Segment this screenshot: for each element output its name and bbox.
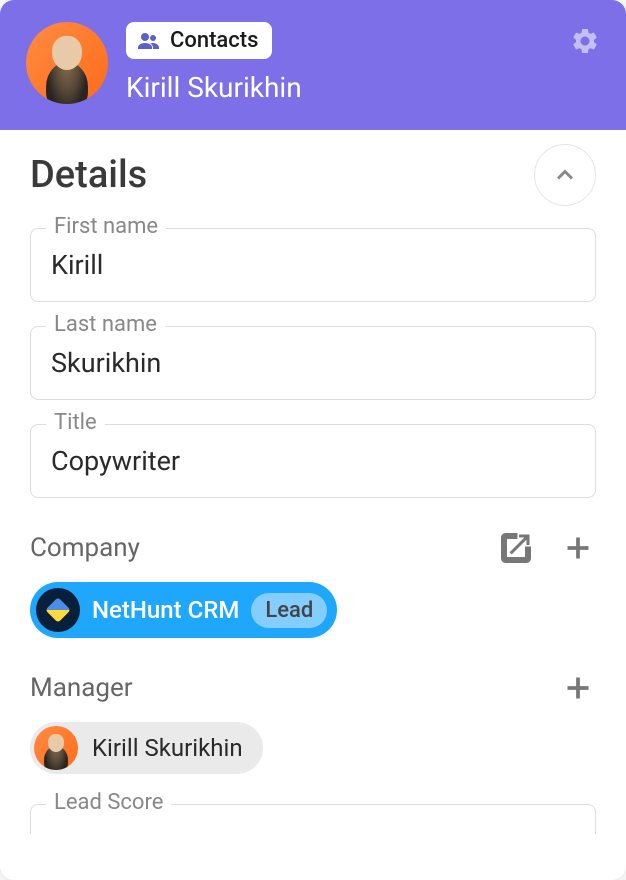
manager-section-title: Manager xyxy=(30,673,133,703)
gear-icon xyxy=(570,26,600,56)
add-company-button[interactable] xyxy=(560,530,596,566)
content-area: Details First name Last name Title Compa… xyxy=(0,130,626,880)
contacts-badge[interactable]: Contacts xyxy=(126,22,272,59)
title-label: Title xyxy=(46,410,105,435)
first-name-label: First name xyxy=(46,214,166,239)
manager-avatar xyxy=(34,726,78,770)
company-logo xyxy=(36,588,80,632)
last-name-input[interactable] xyxy=(30,326,596,400)
title-input[interactable] xyxy=(30,424,596,498)
contact-detail-card: Contacts Kirill Skurikhin Details First … xyxy=(0,0,626,880)
plus-icon xyxy=(560,530,596,566)
header: Contacts Kirill Skurikhin xyxy=(0,0,626,130)
first-name-input[interactable] xyxy=(30,228,596,302)
manager-section-row: Manager xyxy=(30,670,596,706)
settings-button[interactable] xyxy=(570,26,600,56)
manager-chip[interactable]: Kirill Skurikhin xyxy=(30,722,263,774)
company-section-row: Company xyxy=(30,530,596,566)
manager-actions xyxy=(560,670,596,706)
contacts-badge-label: Contacts xyxy=(170,28,258,53)
people-icon xyxy=(136,29,160,53)
manager-name: Kirill Skurikhin xyxy=(92,734,243,762)
lead-score-field-group: Lead Score xyxy=(30,804,596,834)
collapse-button[interactable] xyxy=(534,144,596,206)
chevron-up-icon xyxy=(551,161,579,189)
contact-name: Kirill Skurikhin xyxy=(126,71,302,104)
contact-avatar[interactable] xyxy=(26,22,108,104)
header-content: Contacts Kirill Skurikhin xyxy=(126,22,302,104)
company-actions xyxy=(498,530,596,566)
external-link-icon xyxy=(498,530,534,566)
first-name-field-group: First name xyxy=(30,228,596,302)
details-title: Details xyxy=(30,153,147,197)
company-status: Lead xyxy=(251,593,327,628)
last-name-field-group: Last name xyxy=(30,326,596,400)
company-section-title: Company xyxy=(30,533,140,563)
company-chip[interactable]: NetHunt CRM Lead xyxy=(30,582,337,638)
last-name-label: Last name xyxy=(46,312,165,337)
lead-score-label: Lead Score xyxy=(46,790,171,815)
open-external-button[interactable] xyxy=(498,530,534,566)
add-manager-button[interactable] xyxy=(560,670,596,706)
company-name: NetHunt CRM xyxy=(92,596,239,624)
title-field-group: Title xyxy=(30,424,596,498)
details-section-header: Details xyxy=(30,144,596,206)
plus-icon xyxy=(560,670,596,706)
